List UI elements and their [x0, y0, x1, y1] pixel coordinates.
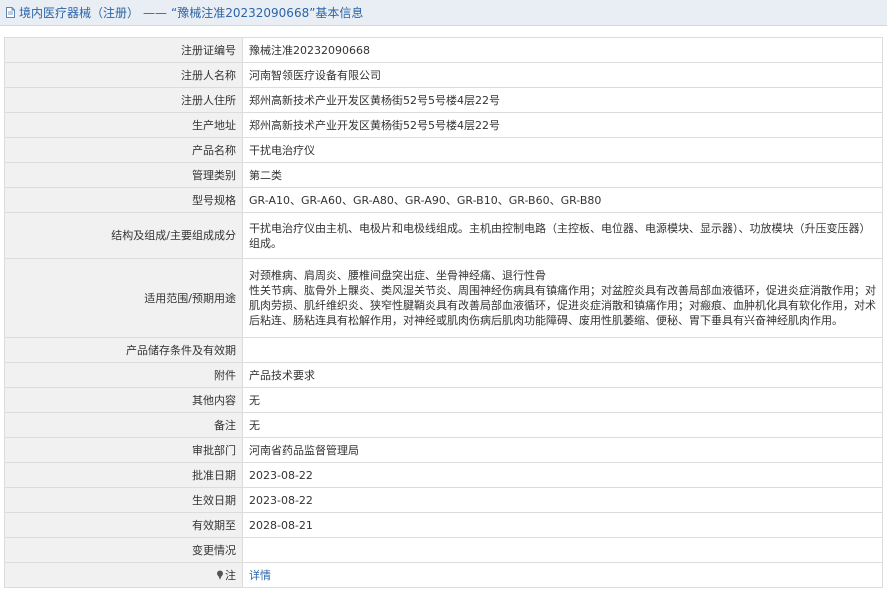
table-row: 其他内容 无 [4, 387, 883, 413]
table-row: 注册证编号 豫械注准20232090668 [4, 37, 883, 63]
table-row: 附件 产品技术要求 [4, 362, 883, 388]
valid-until-value: 2028-08-21 [242, 512, 883, 538]
header-section: 境内医疗器械（注册） [19, 6, 140, 20]
field-label: 结构及组成/主要组成成分 [4, 212, 243, 259]
attachment-value: 产品技术要求 [242, 362, 883, 388]
field-label: 产品储存条件及有效期 [4, 337, 243, 363]
table-row: 生效日期 2023-08-22 [4, 487, 883, 513]
table-row: 审批部门 河南省药品监督管理局 [4, 437, 883, 463]
table-row: 产品名称 干扰电治疗仪 [4, 137, 883, 163]
table-row: 适用范围/预期用途 对颈椎病、肩周炎、腰椎间盘突出症、坐骨神经痛、退行性骨 性关… [4, 258, 883, 338]
note-label-cell: 注 [4, 562, 243, 588]
details-link[interactable]: 详情 [249, 569, 271, 582]
other-value: 无 [242, 387, 883, 413]
table-row: 型号规格 GR-A10、GR-A60、GR-A80、GR-A90、GR-B10、… [4, 187, 883, 213]
page-header: 境内医疗器械（注册） —— “豫械注准20232090668”基本信息 [0, 0, 887, 26]
table-row: 批准日期 2023-08-22 [4, 462, 883, 488]
info-table: 注册证编号 豫械注准20232090668 注册人名称 河南智领医疗设备有限公司… [4, 37, 883, 588]
approval-date-value: 2023-08-22 [242, 462, 883, 488]
reg-no-value: 豫械注准20232090668 [242, 37, 883, 63]
approval-dept-value: 河南省药品监督管理局 [242, 437, 883, 463]
table-row: 注册人名称 河南智领医疗设备有限公司 [4, 62, 883, 88]
registrant-addr-value: 郑州高新技术产业开发区黄杨街52号5号楼4层22号 [242, 87, 883, 113]
field-label: 型号规格 [4, 187, 243, 213]
field-label: 管理类别 [4, 162, 243, 188]
table-row: 结构及组成/主要组成成分 干扰电治疗仪由主机、电极片和电极线组成。主机由控制电路… [4, 212, 883, 259]
usage-line-1: 对颈椎病、肩周炎、腰椎间盘突出症、坐骨神经痛、退行性骨 [249, 269, 546, 282]
table-row: 管理类别 第二类 [4, 162, 883, 188]
field-label: 其他内容 [4, 387, 243, 413]
remark-value: 无 [242, 412, 883, 438]
mgmt-class-value: 第二类 [242, 162, 883, 188]
table-row: 注 详情 [4, 562, 883, 588]
table-row: 有效期至 2028-08-21 [4, 512, 883, 538]
effective-date-value: 2023-08-22 [242, 487, 883, 513]
field-label: 生产地址 [4, 112, 243, 138]
header-dash: —— [143, 5, 168, 20]
field-label: 批准日期 [4, 462, 243, 488]
usage-value: 对颈椎病、肩周炎、腰椎间盘突出症、坐骨神经痛、退行性骨 性关节病、肱骨外上髁炎、… [242, 258, 883, 338]
note-label: 注 [225, 568, 236, 582]
storage-value [242, 337, 883, 363]
change-value [242, 537, 883, 563]
model-value: GR-A10、GR-A60、GR-A80、GR-A90、GR-B10、GR-B6… [242, 187, 883, 213]
field-label: 审批部门 [4, 437, 243, 463]
usage-line-2: 性关节病、肱骨外上髁炎、类风湿关节炎、周围神经伤病具有镇痛作用；对盆腔炎具有改善… [249, 284, 876, 327]
field-label: 备注 [4, 412, 243, 438]
table-row: 变更情况 [4, 537, 883, 563]
table-row: 产品储存条件及有效期 [4, 337, 883, 363]
field-label: 注册证编号 [4, 37, 243, 63]
production-addr-value: 郑州高新技术产业开发区黄杨街52号5号楼4层22号 [242, 112, 883, 138]
field-label: 注册人名称 [4, 62, 243, 88]
table-row: 生产地址 郑州高新技术产业开发区黄杨街52号5号楼4层22号 [4, 112, 883, 138]
structure-value: 干扰电治疗仪由主机、电极片和电极线组成。主机由控制电路（主控板、电位器、电源模块… [242, 212, 883, 259]
table-row: 备注 无 [4, 412, 883, 438]
field-label: 有效期至 [4, 512, 243, 538]
note-value: 详情 [242, 562, 883, 588]
header-title: “豫械注准20232090668”基本信息 [171, 6, 364, 20]
table-row: 注册人住所 郑州高新技术产业开发区黄杨街52号5号楼4层22号 [4, 87, 883, 113]
field-label: 注册人住所 [4, 87, 243, 113]
field-label: 附件 [4, 362, 243, 388]
field-label: 适用范围/预期用途 [4, 258, 243, 338]
info-table-wrapper: 注册证编号 豫械注准20232090668 注册人名称 河南智领医疗设备有限公司… [4, 37, 883, 588]
field-label: 生效日期 [4, 487, 243, 513]
registrant-value: 河南智领医疗设备有限公司 [242, 62, 883, 88]
pin-icon [217, 570, 223, 580]
field-label: 产品名称 [4, 137, 243, 163]
product-name-value: 干扰电治疗仪 [242, 137, 883, 163]
field-label: 变更情况 [4, 537, 243, 563]
document-icon [6, 7, 15, 18]
